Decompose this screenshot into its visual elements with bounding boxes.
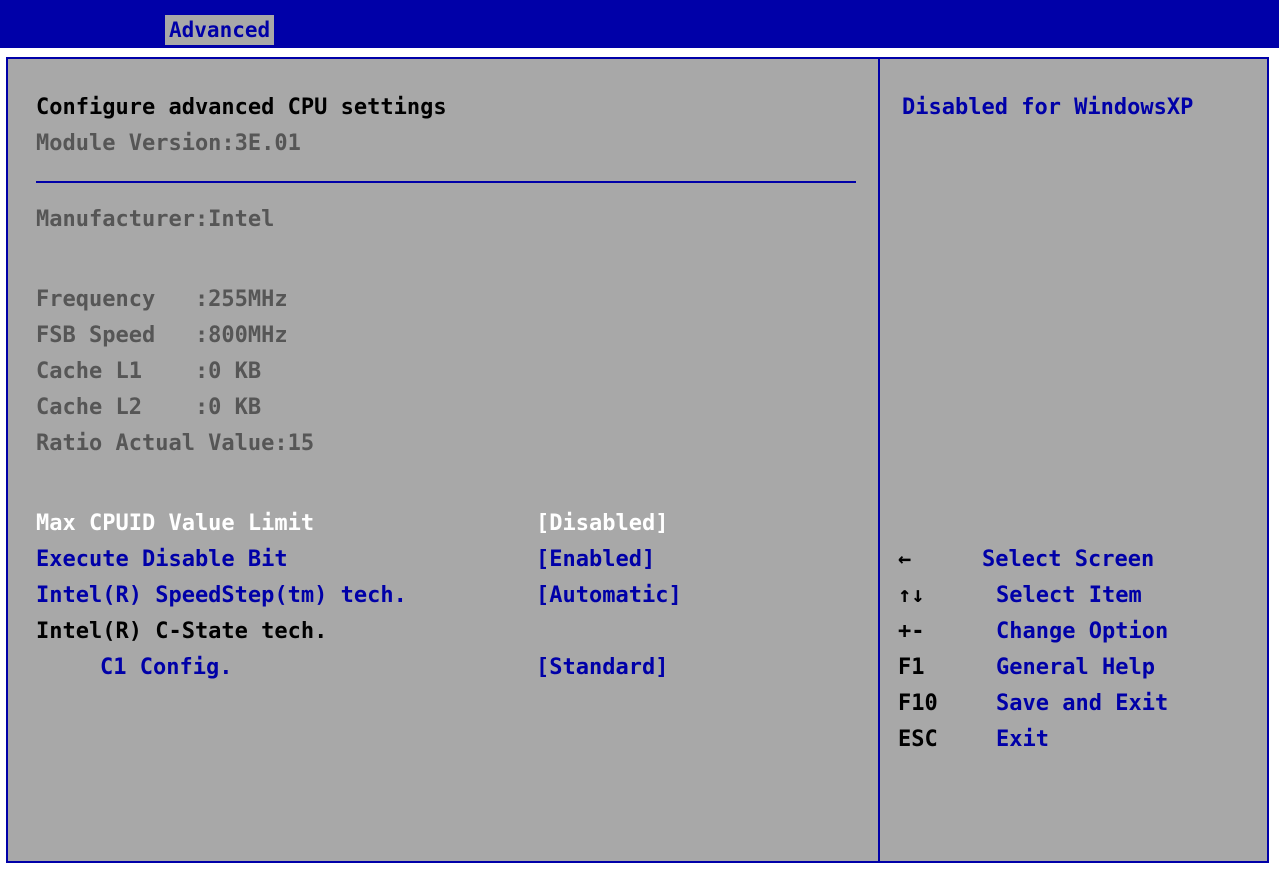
cache-l1-info: Cache L1 :0 KB: [36, 359, 262, 384]
main-panel: Configure advanced CPU settings Module V…: [6, 57, 1269, 863]
setting-label: C1 Config.: [100, 655, 233, 680]
key-desc: Select Screen: [982, 547, 1155, 572]
plus-minus-icon: +-: [898, 619, 925, 644]
setting-label: Intel(R) C-State tech.: [36, 619, 328, 644]
setting-value[interactable]: [Automatic]: [536, 581, 682, 611]
f10-key: F10: [898, 691, 938, 716]
fsb-speed-info: FSB Speed :800MHz: [36, 323, 288, 348]
setting-label: Execute Disable Bit: [36, 547, 288, 572]
setting-value[interactable]: [Standard]: [536, 653, 668, 683]
cache-l2-info: Cache L2 :0 KB: [36, 395, 262, 420]
setting-value[interactable]: [Enabled]: [536, 545, 655, 575]
esc-key: ESC: [898, 727, 938, 752]
key-desc: General Help: [996, 655, 1155, 680]
key-desc: Change Option: [996, 619, 1169, 644]
header-divider: [36, 181, 856, 183]
ratio-info: Ratio Actual Value:15: [36, 431, 315, 456]
left-arrow-icon: ←: [898, 547, 912, 572]
manufacturer-info: Manufacturer:Intel: [36, 207, 275, 232]
setting-value[interactable]: [Disabled]: [536, 509, 668, 539]
frequency-info: Frequency :255MHz: [36, 287, 288, 312]
key-desc: Exit: [996, 727, 1049, 752]
menu-bar: Advanced: [0, 0, 1279, 48]
page-title: Configure advanced CPU settings: [36, 95, 447, 120]
module-version: Module Version:3E.01: [36, 131, 301, 156]
setting-label: Max CPUID Value Limit: [36, 511, 315, 536]
key-desc: Save and Exit: [996, 691, 1169, 716]
help-text: Disabled for WindowsXP: [902, 95, 1194, 120]
key-desc: Select Item: [996, 583, 1142, 608]
tab-advanced[interactable]: Advanced: [165, 15, 275, 45]
f1-key: F1: [898, 655, 925, 680]
panel-divider: [878, 59, 880, 861]
setting-label: Intel(R) SpeedStep(tm) tech.: [36, 583, 407, 608]
up-down-arrow-icon: ↑↓: [898, 583, 925, 608]
